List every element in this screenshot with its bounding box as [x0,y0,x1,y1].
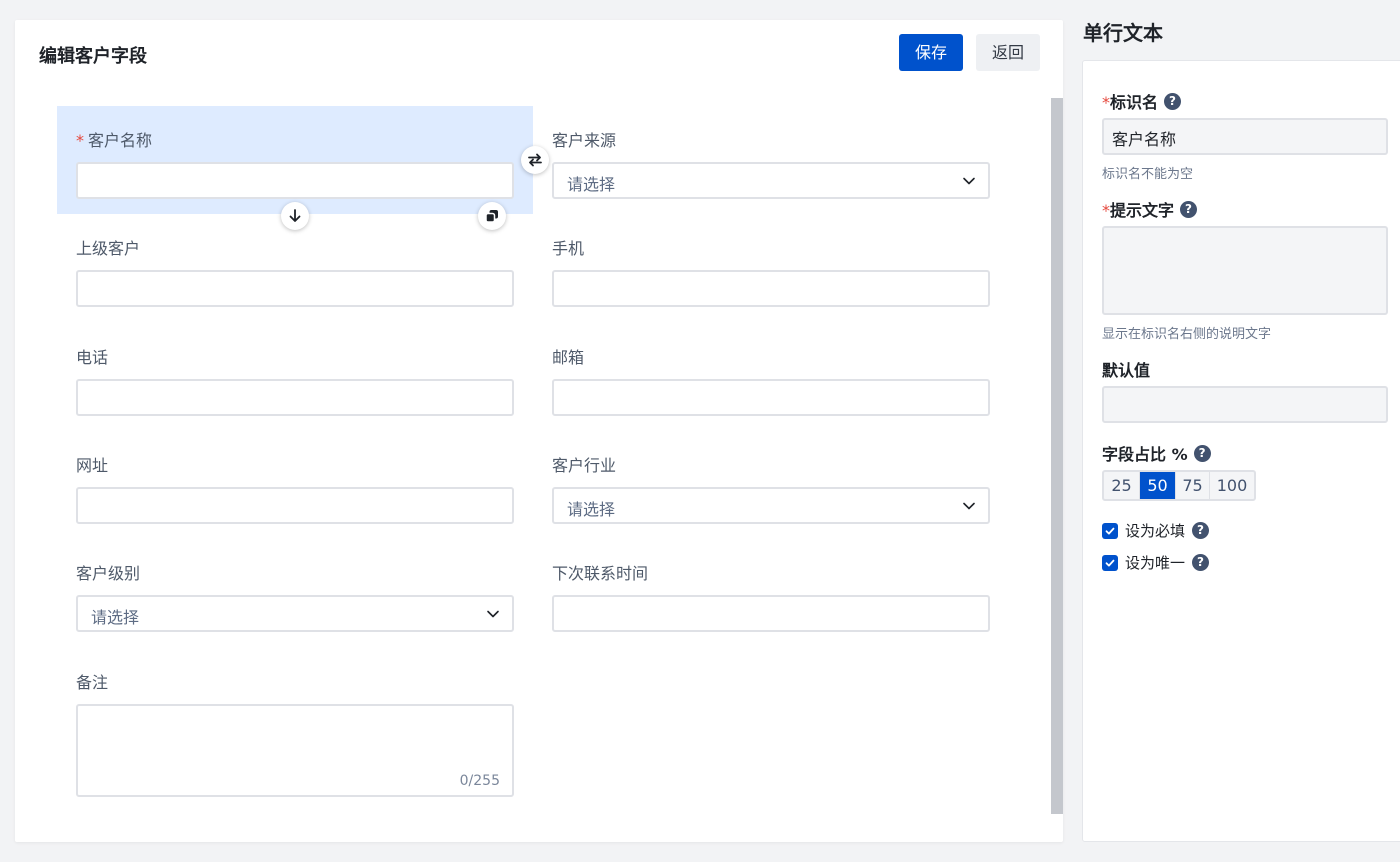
label-name-label: *标识名 ? [1102,89,1182,113]
customer-source-select[interactable]: 请选择 [552,162,990,199]
unique-checkbox[interactable] [1102,554,1118,571]
field-label: 客户来源 [552,131,617,150]
required-checkbox[interactable] [1102,522,1118,539]
field-label: 客户级别 [76,564,141,583]
width-ratio-label: 字段占比 % ? [1102,441,1211,465]
phone-input[interactable] [76,379,514,416]
swap-icon[interactable] [521,146,549,174]
help-icon[interactable]: ? [1180,200,1198,218]
unique-check-row[interactable]: 设为唯一 ? [1102,552,1210,573]
label-text: 默认值 [1102,361,1151,380]
copy-icon[interactable] [478,202,506,230]
property-panel: *标识名 ? 客户名称 标识名不能为空 *提示文字 ? 显示在标识名右侧的说明文… [1082,60,1400,842]
input-value: 客户名称 [1112,130,1177,149]
help-icon[interactable]: ? [1192,554,1210,571]
chevron-down-icon [963,502,975,510]
tip-text-hint: 显示在标识名右侧的说明文字 [1102,327,1272,342]
customer-name-input[interactable] [76,162,514,199]
next-contact-input[interactable] [552,595,990,632]
help-icon[interactable]: ? [1192,522,1210,539]
industry-select[interactable]: 请选择 [552,487,990,524]
back-button[interactable]: 返回 [976,34,1040,71]
level-select[interactable]: 请选择 [76,595,514,632]
help-icon[interactable]: ? [1193,444,1211,462]
page-title: 编辑客户字段 [39,46,147,67]
required-check-row[interactable]: 设为必填 ? [1102,520,1210,541]
width-option-50[interactable]: 50 [1140,472,1176,499]
save-button[interactable]: 保存 [899,34,963,71]
label-name-input[interactable]: 客户名称 [1102,118,1388,155]
default-value-input[interactable] [1102,386,1388,423]
required-mark: * [76,131,84,150]
field-label: 上级客户 [76,239,141,258]
field-label: 电话 [76,348,109,367]
website-input[interactable] [76,487,514,524]
default-value-label: 默认值 [1102,357,1150,381]
check-icon [1105,527,1115,534]
help-icon[interactable]: ? [1164,92,1182,110]
label-text: 字段占比 % [1102,445,1188,464]
email-input[interactable] [552,379,990,416]
panel-title: 单行文本 [1083,21,1163,45]
arrow-down-icon[interactable] [281,202,309,230]
select-placeholder: 请选择 [567,500,616,519]
label-name-hint: 标识名不能为空 [1102,167,1194,182]
width-option-75[interactable]: 75 [1176,472,1210,499]
field-label: 邮箱 [552,348,585,367]
width-option-25[interactable]: 25 [1104,472,1140,499]
width-option-100[interactable]: 100 [1210,472,1254,499]
field-label-text: 客户名称 [88,131,153,150]
editor-card: 编辑客户字段 保存 返回 * 客户名称 客户来源 请选择 上级客户 手机 电话 … [15,20,1063,842]
field-label: 备注 [76,673,109,692]
field-label: 网址 [76,456,109,475]
required-mark: * [1102,93,1110,112]
char-counter: 0/255 [459,773,500,789]
field-label: 手机 [552,239,585,258]
label-text: 标识名 [1110,93,1159,112]
select-placeholder: 请选择 [567,175,616,194]
label-text: 提示文字 [1110,201,1175,220]
check-icon [1105,559,1115,566]
mobile-input[interactable] [552,270,990,307]
parent-customer-input[interactable] [76,270,514,307]
field-label-customer-name: * 客户名称 [76,127,152,151]
tip-text-label: *提示文字 ? [1102,197,1198,221]
remark-textarea[interactable]: 0/255 [76,704,514,797]
field-label: 下次联系时间 [552,564,649,583]
checkbox-label: 设为唯一 [1125,554,1186,572]
select-placeholder: 请选择 [91,608,140,627]
checkbox-label: 设为必填 [1125,522,1186,540]
required-mark: * [1102,201,1110,220]
width-ratio-segmented: 25 50 75 100 [1102,470,1256,501]
field-label: 客户行业 [552,456,617,475]
chevron-down-icon [963,177,975,185]
chevron-down-icon [487,610,499,618]
tip-text-textarea[interactable] [1102,226,1388,315]
scrollbar[interactable] [1051,98,1063,814]
